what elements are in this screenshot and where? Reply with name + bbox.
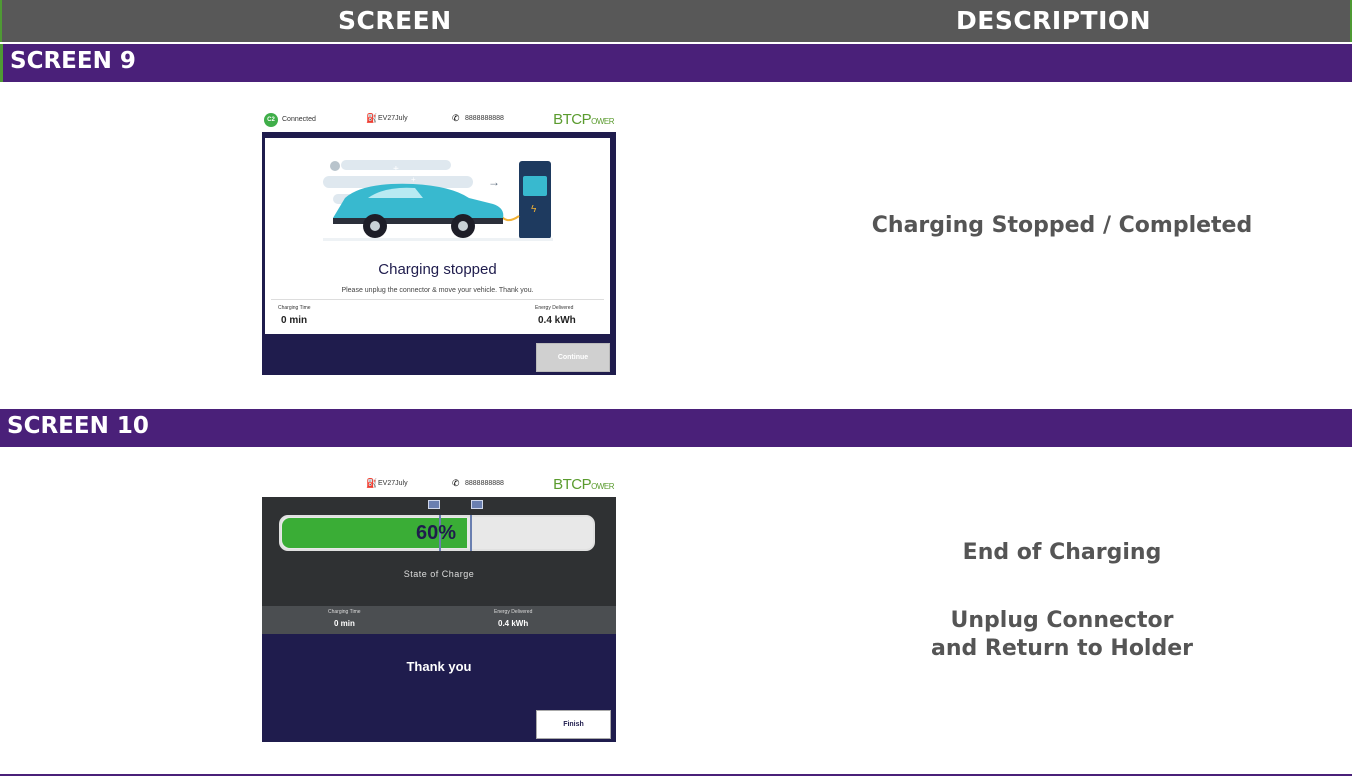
soc-marker-icon: [428, 500, 440, 509]
energy-delivered-value: 0.4 kWh: [498, 619, 529, 628]
section-title-screen-9: SCREEN 9: [0, 44, 1352, 82]
charging-summary-panel: + + → ϟ Charging stopped Please unplug t…: [265, 138, 610, 334]
svg-text:+: +: [411, 175, 416, 184]
kiosk-screen-end-of-charging: ⛽ EV27July ✆ 8888888888 BTCPOWER 60% Sta…: [262, 473, 616, 742]
document-table-header: SCREEN DESCRIPTION: [0, 0, 1352, 42]
charging-time-label: Charging Time: [278, 305, 311, 311]
divider: [271, 299, 604, 300]
soc-marker-icon: [471, 500, 483, 509]
connection-status: Connected: [282, 116, 316, 123]
phone-icon: ✆: [452, 478, 460, 488]
continue-button[interactable]: Continue: [536, 343, 610, 372]
svg-text:ϟ: ϟ: [531, 204, 537, 215]
description-line: End of Charging: [962, 540, 1162, 565]
description-column-header: DESCRIPTION: [956, 6, 1152, 35]
phone-icon: ✆: [452, 113, 460, 123]
screen-9-description: Charging Stopped / Completed: [842, 212, 1282, 240]
unplug-instruction: Please unplug the connector & move your …: [341, 287, 534, 294]
kiosk-top-bar: C2 Connected ⛽ EV27July ✆ 8888888888 BTC…: [262, 108, 616, 132]
energy-delivered-value: 0.4 kWh: [538, 315, 576, 326]
charging-stopped-heading: Charging stopped: [378, 261, 497, 278]
charging-metrics-strip: Charging Time 0 min Energy Delivered 0.4…: [262, 606, 616, 634]
soc-label: State of Charge: [403, 569, 475, 579]
ev-car-illustration: + + → ϟ: [323, 160, 553, 241]
finish-button[interactable]: Finish: [536, 710, 611, 739]
brand-logo: BTCPOWER: [553, 476, 614, 493]
charging-time-label: Charging Time: [328, 609, 361, 615]
charging-station-icon: ⛽: [366, 478, 378, 488]
station-id: EV27July: [378, 480, 408, 487]
bottom-rule: [0, 774, 1352, 776]
state-of-charge-panel: 60% State of Charge: [262, 497, 616, 581]
kiosk-screen-charging-stopped: C2 Connected ⛽ EV27July ✆ 8888888888 BTC…: [262, 108, 616, 375]
brand-logo: BTCPOWER: [553, 111, 614, 128]
description-line: and Return to Holder: [930, 636, 1193, 661]
charging-station-icon: ⛽: [366, 113, 378, 123]
screen-column-header: SCREEN: [338, 6, 452, 35]
svg-text:→: →: [488, 175, 500, 189]
connector-badge-icon: C2: [264, 113, 278, 127]
charging-time-value: 0 min: [334, 619, 355, 628]
charging-time-value: 0 min: [281, 315, 308, 326]
kiosk-top-bar: ⛽ EV27July ✆ 8888888888 BTCPOWER: [262, 473, 616, 497]
screen-10-description: End of Charging Unplug Connector and Ret…: [842, 539, 1282, 663]
description-line: Charging Stopped / Completed: [871, 213, 1253, 238]
support-phone: 8888888888: [465, 480, 504, 487]
thank-you-message: Thank you: [406, 659, 472, 674]
energy-delivered-label: Energy Delivered: [494, 609, 533, 615]
energy-delivered-label: Energy Delivered: [535, 305, 574, 311]
soc-progress-bar: 60%: [279, 515, 595, 551]
station-id: EV27July: [378, 115, 408, 122]
support-phone: 8888888888: [465, 115, 504, 122]
svg-text:+: +: [393, 164, 399, 175]
panel-spacer: [262, 581, 616, 606]
section-title-screen-10: SCREEN 10: [0, 409, 1352, 447]
description-line: Unplug Connector: [950, 608, 1174, 633]
soc-percent-text: 60%: [415, 522, 457, 544]
soc-markers: [262, 500, 616, 512]
